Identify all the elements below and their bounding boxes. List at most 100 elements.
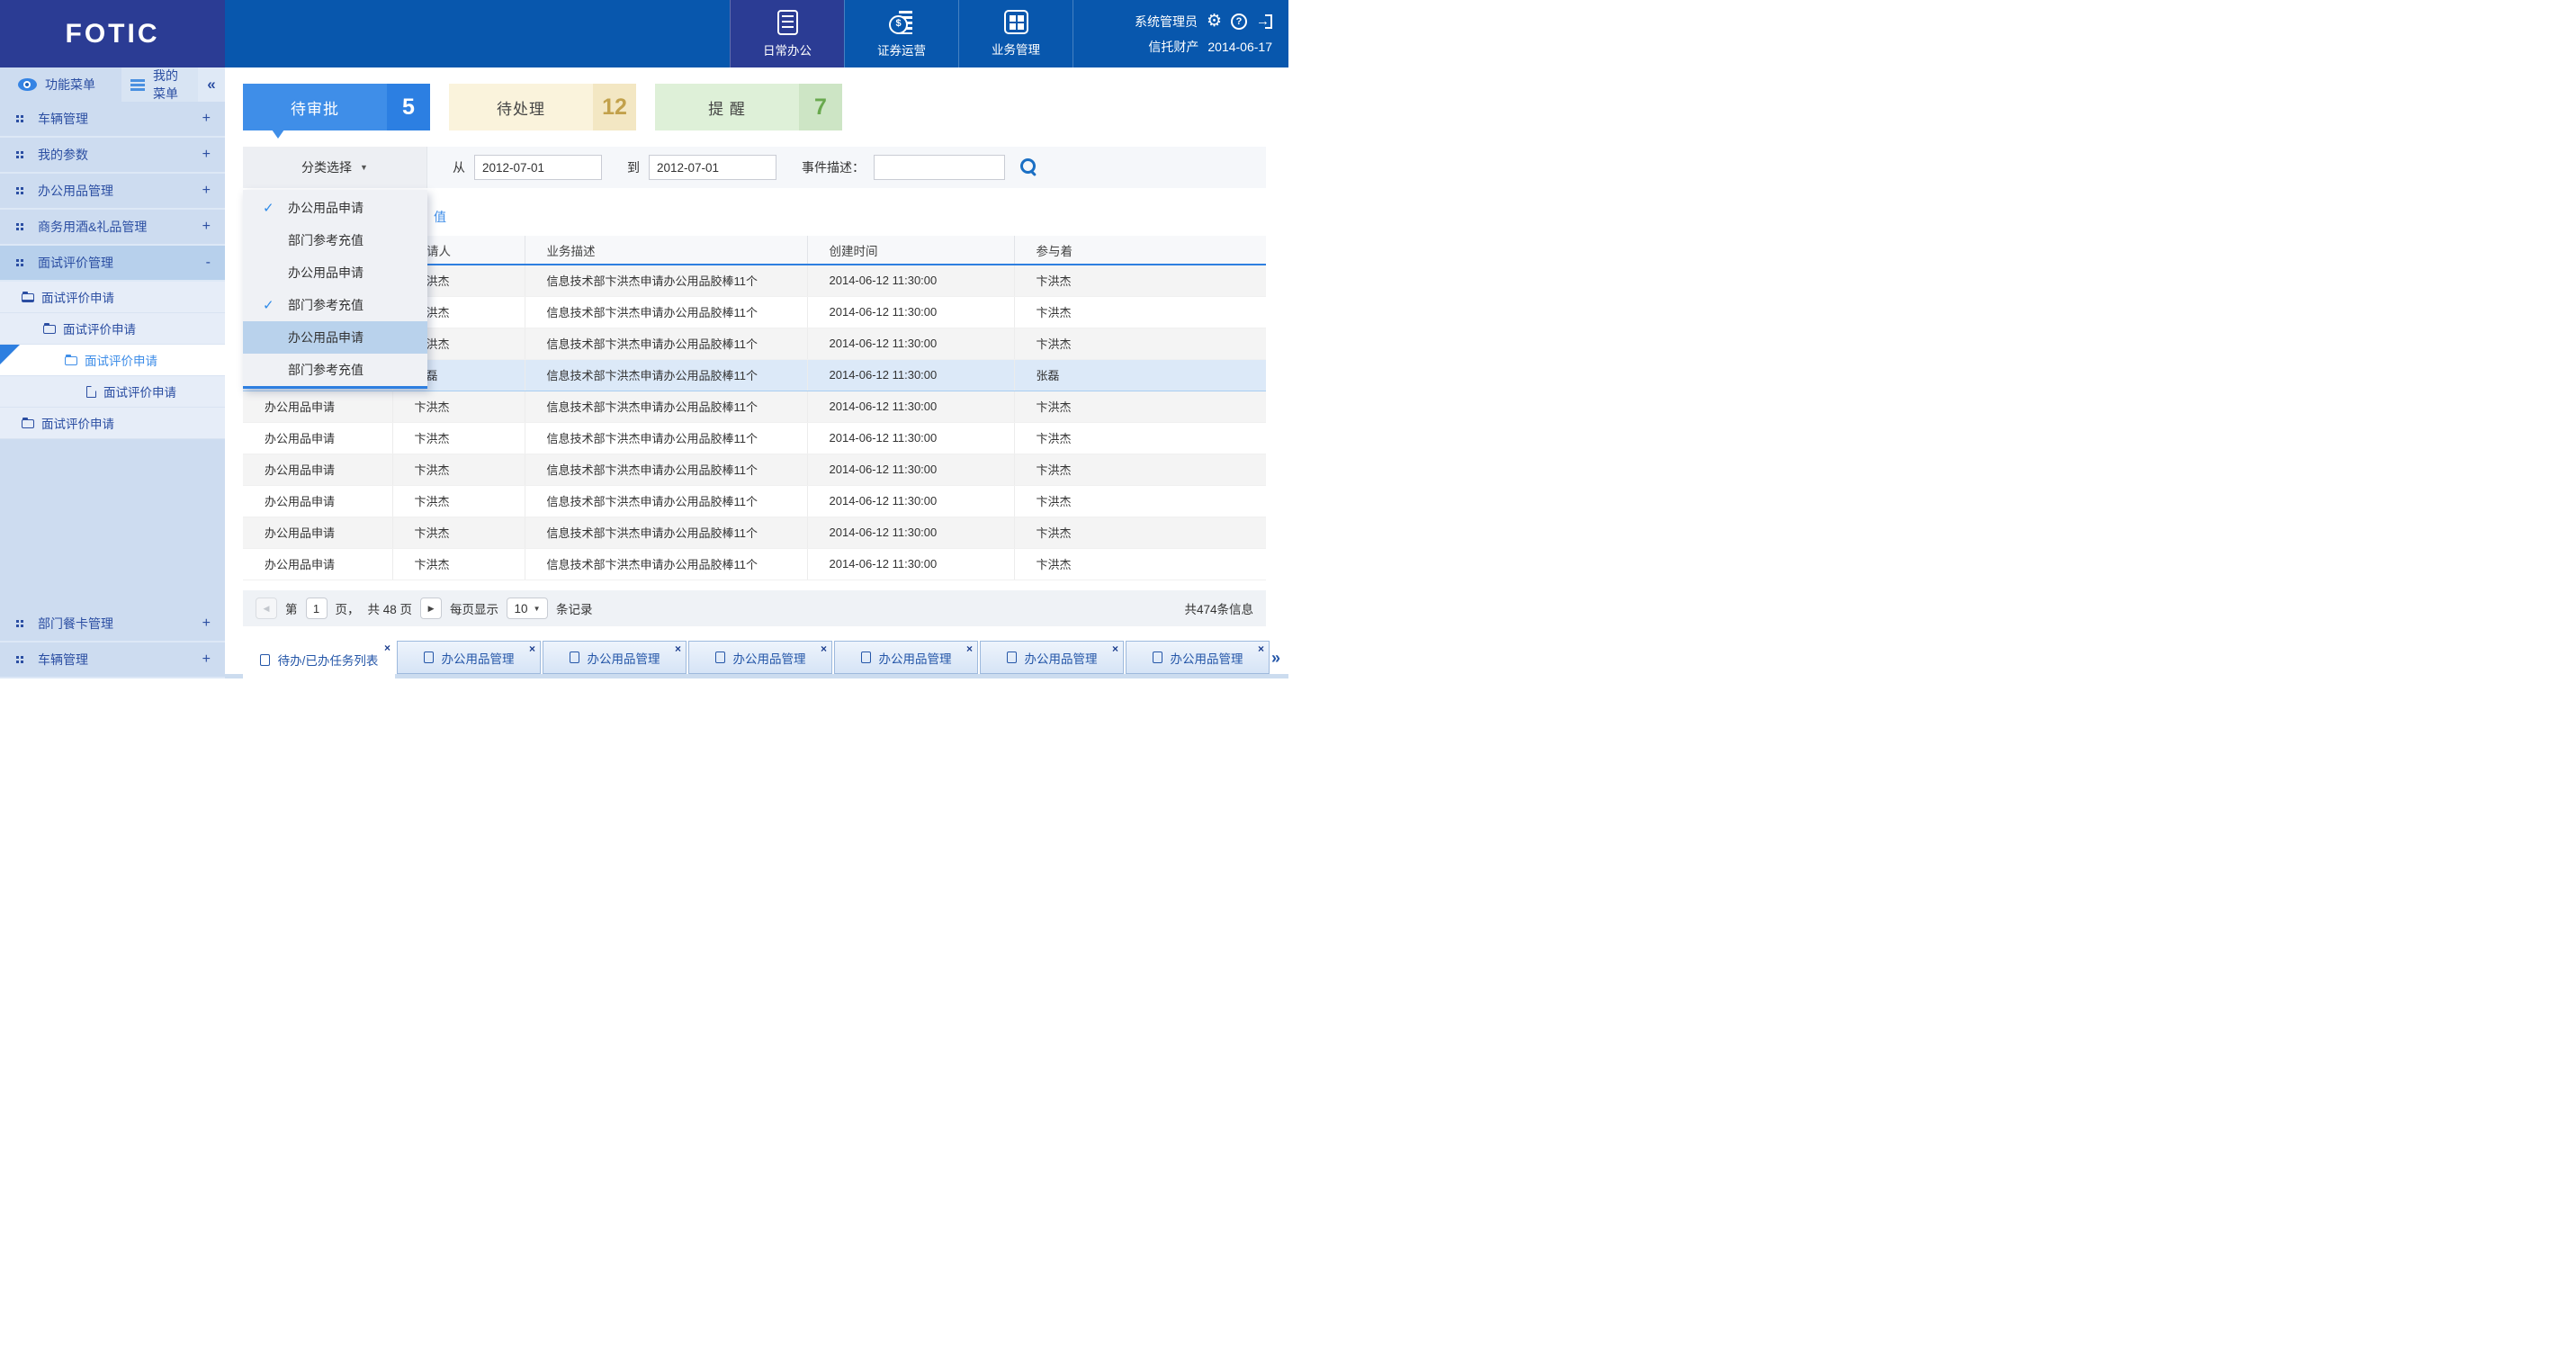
category-select-button[interactable]: 分类选择 ▼	[243, 147, 427, 188]
expand-toggle-icon[interactable]: +	[202, 147, 211, 163]
cell-description: 信息技术部卞洪杰申请办公用品胶棒11个	[525, 359, 807, 391]
bottom-tab-label: 办公用品管理	[588, 649, 660, 667]
tab-my-menu[interactable]: 我的菜单	[121, 67, 198, 102]
cell-type: 办公用品申请	[243, 517, 392, 548]
table-row[interactable]: 办公用品申请 卞洪杰 信息技术部卞洪杰申请办公用品胶棒11个 2014-06-1…	[243, 391, 1266, 422]
table-row[interactable]: 办公用品申请 卞洪杰 信息技术部卞洪杰申请办公用品胶棒11个 2014-06-1…	[243, 548, 1266, 580]
bottom-tab[interactable]: 待办/已办任务列表 ×	[243, 641, 395, 678]
sidebar-item[interactable]: 车辆管理 +	[0, 102, 225, 138]
next-page-button[interactable]: ▶	[420, 598, 442, 619]
expand-toggle-icon[interactable]: +	[202, 652, 211, 668]
check-icon: ✓	[263, 297, 277, 313]
tab-functional-menu[interactable]: 功能菜单	[0, 67, 121, 102]
sidebar-item[interactable]: 商务用酒&礼品管理 +	[0, 210, 225, 246]
dropdown-option[interactable]: ✓ 办公用品申请	[243, 256, 427, 289]
table-row[interactable]: 办公用品申请 卞洪杰 信息技术部卞洪杰申请办公用品胶棒11个 2014-06-1…	[243, 485, 1266, 517]
expand-toggle-icon[interactable]: +	[202, 111, 211, 127]
table-row[interactable]: 办公用品申请 卞洪杰 信息技术部卞洪杰申请办公用品胶棒11个 2014-06-1…	[243, 517, 1266, 548]
cell-participant: 张磊	[1014, 359, 1266, 391]
expand-toggle-icon[interactable]: -	[206, 255, 211, 271]
tree-node[interactable]: 面试评价申请	[0, 313, 225, 345]
cell-created: 2014-06-12 11:30:00	[807, 359, 1014, 391]
event-desc-input[interactable]	[874, 155, 1005, 180]
bottom-tab[interactable]: 办公用品管理 ×	[980, 641, 1124, 674]
tree-node[interactable]: 面试评价申请	[0, 282, 225, 313]
tree-node-label: 面试评价申请	[103, 382, 176, 400]
cell-type: 办公用品申请	[243, 422, 392, 454]
filter-bar: 分类选择 ▼ 从 到 事件描述：	[243, 147, 1266, 188]
bottom-tab-label: 办公用品管理	[442, 649, 515, 667]
dropdown-option[interactable]: ✓ 办公用品申请	[243, 192, 427, 224]
bottom-tab[interactable]: 办公用品管理 ×	[1126, 641, 1270, 674]
top-nav-item[interactable]: 日常办公	[730, 0, 844, 67]
cell-participant: 卞洪杰	[1014, 454, 1266, 485]
sidebar-item-label: 面试评价管理	[38, 254, 206, 272]
tree-node-label: 面试评价申请	[85, 351, 157, 369]
sidebar-item[interactable]: 我的参数 +	[0, 138, 225, 174]
grid-dots-icon	[16, 151, 29, 158]
close-icon[interactable]: ×	[966, 643, 973, 655]
gear-icon[interactable]: ⚙	[1207, 13, 1222, 30]
from-date-input[interactable]	[474, 155, 602, 180]
dropdown-option[interactable]: ✓ 部门参考充值	[243, 354, 427, 386]
tree-node-icon	[22, 419, 34, 428]
cell-type: 办公用品申请	[243, 548, 392, 580]
document-icon	[861, 652, 871, 663]
search-icon[interactable]	[1019, 157, 1039, 177]
sidebar: 功能菜单 我的菜单 « 车辆管理 + 我的参数 + 办公用品管理	[0, 67, 225, 678]
sidebar-item[interactable]: 车辆管理 +	[0, 643, 225, 678]
pagination-bar: ◀ 第 页， 共 48 页 ▶ 每页显示 10 ▼ 条记录 共474条信息	[243, 590, 1266, 626]
user-row-top: 系统管理员 ⚙ ? →	[1082, 13, 1272, 31]
status-card[interactable]: 提 醒 7	[655, 84, 842, 130]
tab-functional-label: 功能菜单	[45, 76, 95, 94]
tree-node-icon	[86, 386, 96, 398]
table-row[interactable]: 办公用品申请 卞洪杰 信息技术部卞洪杰申请办公用品胶棒11个 2014-06-1…	[243, 454, 1266, 485]
sidebar-item[interactable]: 部门餐卡管理 +	[0, 607, 225, 643]
grid-dots-icon	[16, 656, 29, 663]
tree-node[interactable]: 面试评价申请	[0, 376, 225, 408]
tab-overflow-icon[interactable]: »	[1271, 649, 1280, 668]
expand-toggle-icon[interactable]: +	[202, 219, 211, 235]
dropdown-option[interactable]: ✓ 部门参考充值	[243, 289, 427, 321]
table-row[interactable]: 办公用品申请 卞洪杰 信息技术部卞洪杰申请办公用品胶棒11个 2014-06-1…	[243, 422, 1266, 454]
dropdown-option-label: 办公用品申请	[288, 199, 364, 217]
tree-node[interactable]: 面试评价申请	[0, 345, 225, 376]
cell-applicant: 卞洪杰	[392, 485, 525, 517]
page-number-input[interactable]	[306, 598, 328, 619]
dropdown-option[interactable]: ✓ 部门参考充值	[243, 224, 427, 256]
per-page-value: 10	[515, 602, 528, 616]
close-icon[interactable]: ×	[529, 643, 535, 655]
status-card[interactable]: 待审批 5	[243, 84, 430, 130]
close-icon[interactable]: ×	[1258, 643, 1264, 655]
logout-icon[interactable]: →	[1256, 13, 1272, 29]
close-icon[interactable]: ×	[675, 643, 681, 655]
cell-description: 信息技术部卞洪杰申请办公用品胶棒11个	[525, 548, 807, 580]
col-header-participant: 参与着	[1014, 236, 1266, 265]
top-nav-item[interactable]: 业务管理	[958, 0, 1073, 67]
help-icon[interactable]: ?	[1231, 13, 1247, 30]
per-page-select[interactable]: 10 ▼	[507, 598, 548, 619]
partial-link-text[interactable]: 值	[434, 208, 446, 226]
sidebar-item[interactable]: 办公用品管理 +	[0, 174, 225, 210]
bottom-tab[interactable]: 办公用品管理 ×	[688, 641, 832, 674]
logout-door	[1265, 14, 1272, 29]
close-icon[interactable]: ×	[384, 642, 390, 654]
prev-page-button[interactable]: ◀	[256, 598, 277, 619]
bottom-tab[interactable]: 办公用品管理 ×	[834, 641, 978, 674]
close-icon[interactable]: ×	[821, 643, 827, 655]
top-nav-item[interactable]: 证券运营	[844, 0, 958, 67]
eye-icon	[18, 78, 37, 91]
status-card[interactable]: 待处理 12	[449, 84, 636, 130]
close-icon[interactable]: ×	[1112, 643, 1118, 655]
bottom-tab[interactable]: 办公用品管理 ×	[543, 641, 687, 674]
expand-toggle-icon[interactable]: +	[202, 183, 211, 199]
cell-type: 办公用品申请	[243, 485, 392, 517]
document-icon	[1007, 652, 1017, 663]
sidebar-item[interactable]: 面试评价管理 -	[0, 246, 225, 282]
dropdown-option[interactable]: ✓ 办公用品申请	[243, 321, 427, 354]
sidebar-collapse-button[interactable]: «	[198, 67, 225, 102]
expand-toggle-icon[interactable]: +	[202, 616, 211, 632]
to-date-input[interactable]	[649, 155, 776, 180]
bottom-tab[interactable]: 办公用品管理 ×	[397, 641, 541, 674]
tree-node[interactable]: 面试评价申请	[0, 408, 225, 439]
